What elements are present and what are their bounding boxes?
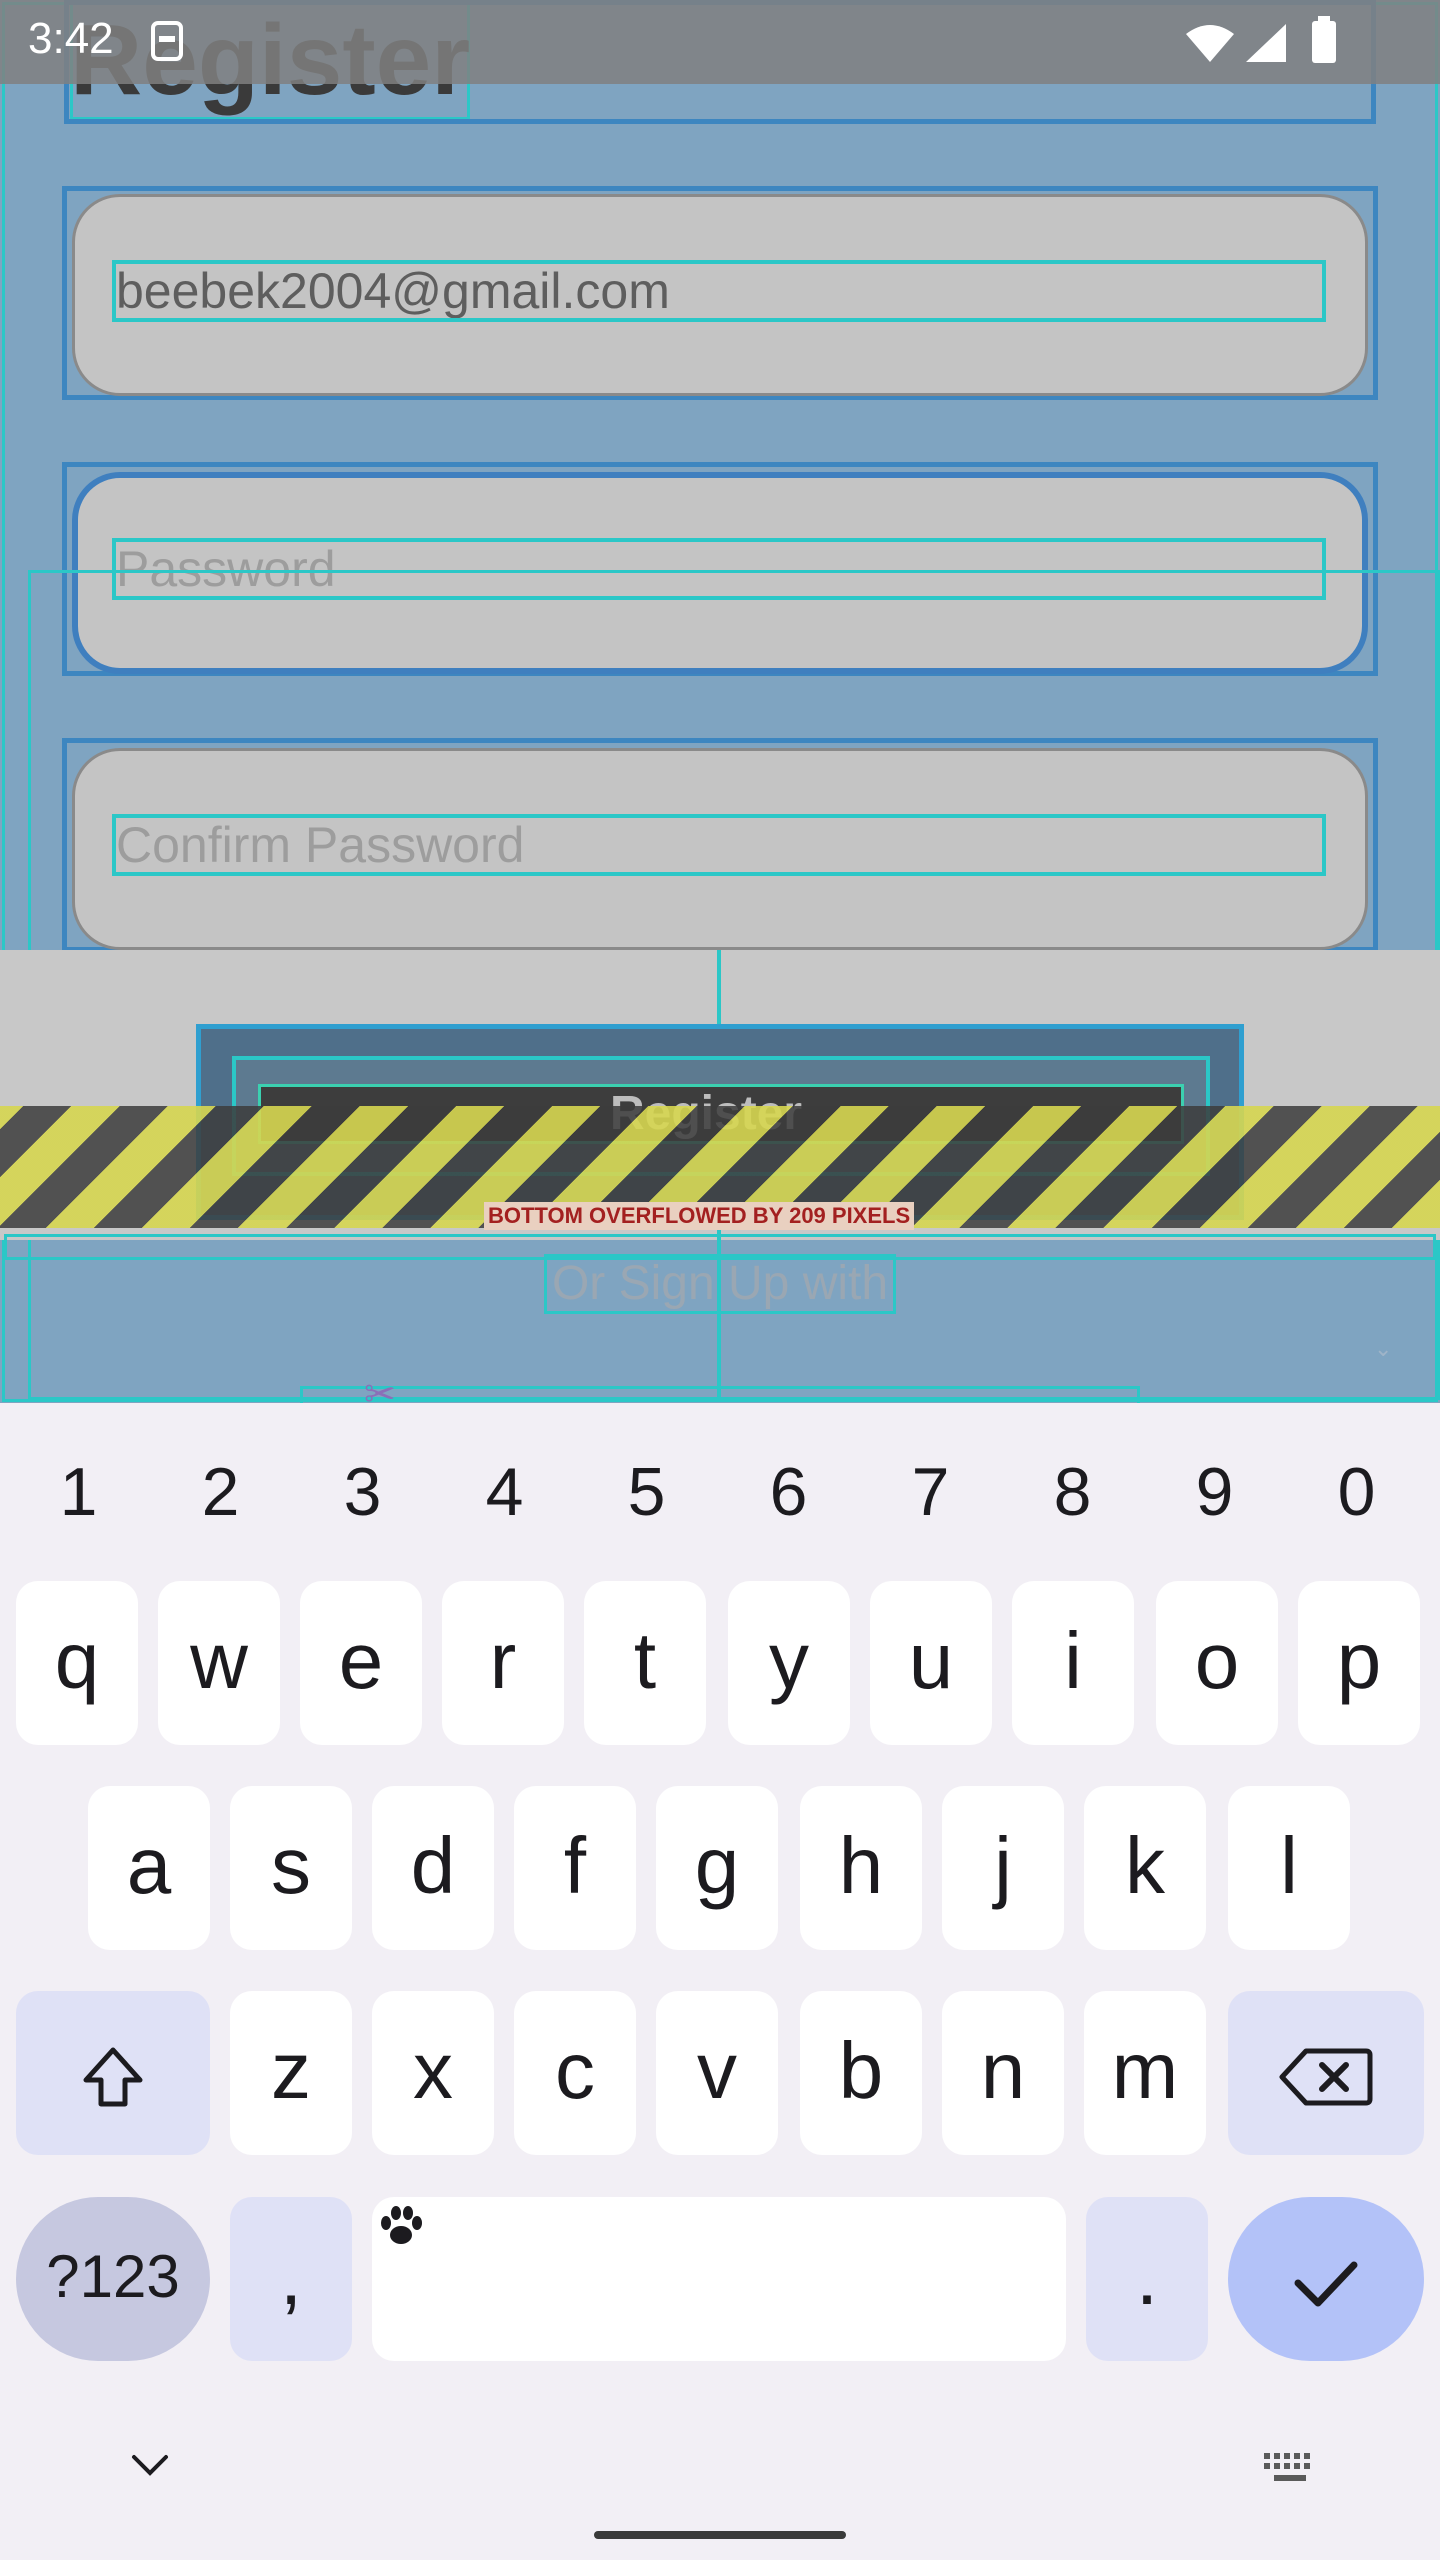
key-3[interactable]: 3 [291, 1453, 434, 1531]
key-h[interactable]: h [800, 1786, 922, 1950]
key-i[interactable]: i [1012, 1581, 1134, 1745]
hide-keyboard-icon[interactable] [130, 2451, 170, 2486]
key-c[interactable]: c [514, 1991, 636, 2155]
key-g[interactable]: g [656, 1786, 778, 1950]
wifi-icon [1184, 22, 1236, 69]
key-s[interactable]: s [230, 1786, 352, 1950]
scissors-icon: ✂ [364, 1374, 396, 1403]
key-w[interactable]: w [158, 1581, 280, 1745]
home-indicator[interactable] [594, 2531, 846, 2539]
shift-key[interactable] [16, 1991, 210, 2155]
shift-icon [83, 2047, 143, 2107]
email-input-value[interactable]: beebek2004@gmail.com [112, 260, 1326, 322]
paw-icon [381, 2206, 422, 2244]
signal-icon [1244, 22, 1288, 69]
key-f[interactable]: f [514, 1786, 636, 1950]
key-1[interactable]: 1 [7, 1453, 150, 1531]
space-key[interactable] [372, 2197, 1066, 2361]
key-j[interactable]: j [942, 1786, 1064, 1950]
battery-icon [1310, 16, 1338, 69]
key-p[interactable]: p [1298, 1581, 1420, 1745]
key-7[interactable]: 7 [859, 1453, 1002, 1531]
key-l[interactable]: l [1228, 1786, 1350, 1950]
key-r[interactable]: r [442, 1581, 564, 1745]
key-b[interactable]: b [800, 1991, 922, 2155]
key-y[interactable]: y [728, 1581, 850, 1745]
key-z[interactable]: z [230, 1991, 352, 2155]
key-u[interactable]: u [870, 1581, 992, 1745]
key-q[interactable]: q [16, 1581, 138, 1745]
checkmark-icon [1294, 2261, 1358, 2307]
key-5[interactable]: 5 [575, 1453, 718, 1531]
key-k[interactable]: k [1084, 1786, 1206, 1950]
or-signup-label: Or Sign Up with [544, 1254, 896, 1314]
key-9[interactable]: 9 [1143, 1453, 1286, 1531]
backspace-key[interactable] [1228, 1991, 1424, 2155]
confirm-password-input-placeholder[interactable]: Confirm Password [112, 814, 1326, 876]
soft-keyboard: 1 2 3 4 5 6 7 8 9 0 q w e r t y u i o p … [0, 1403, 1440, 2560]
debug-outline-social [300, 1386, 1140, 1403]
number-row: 1 2 3 4 5 6 7 8 9 0 [0, 1453, 1440, 1533]
key-2[interactable]: 2 [149, 1453, 292, 1531]
period-key[interactable]: . [1086, 2197, 1208, 2361]
app-screen: beebek2004@gmail.com Password Confirm Pa… [0, 0, 1440, 1403]
key-a[interactable]: a [88, 1786, 210, 1950]
key-o[interactable]: o [1156, 1581, 1278, 1745]
status-bar: 3:42 [0, 0, 1440, 84]
key-d[interactable]: d [372, 1786, 494, 1950]
key-8[interactable]: 8 [1001, 1453, 1144, 1531]
status-time: 3:42 [28, 14, 114, 63]
key-x[interactable]: x [372, 1991, 494, 2155]
comma-key[interactable]: , [230, 2197, 352, 2361]
key-n[interactable]: n [942, 1991, 1064, 2155]
keyboard-switch-icon[interactable] [1262, 2451, 1318, 2490]
key-v[interactable]: v [656, 1991, 778, 2155]
sim-card-icon [150, 20, 184, 67]
key-4[interactable]: 4 [433, 1453, 576, 1531]
key-e[interactable]: e [300, 1581, 422, 1745]
key-0[interactable]: 0 [1285, 1453, 1428, 1531]
key-t[interactable]: t [584, 1581, 706, 1745]
key-m[interactable]: m [1084, 1991, 1206, 2155]
key-6[interactable]: 6 [717, 1453, 860, 1531]
overflow-warning-label: BOTTOM OVERFLOWED BY 209 PIXELS [484, 1202, 915, 1230]
backspace-icon [1279, 2048, 1373, 2106]
done-key[interactable] [1228, 2197, 1424, 2361]
chevron-down-icon: ⌄ [1374, 1336, 1393, 1361]
symbols-key[interactable]: ?123 [16, 2197, 210, 2361]
password-input-placeholder[interactable]: Password [112, 538, 1326, 600]
